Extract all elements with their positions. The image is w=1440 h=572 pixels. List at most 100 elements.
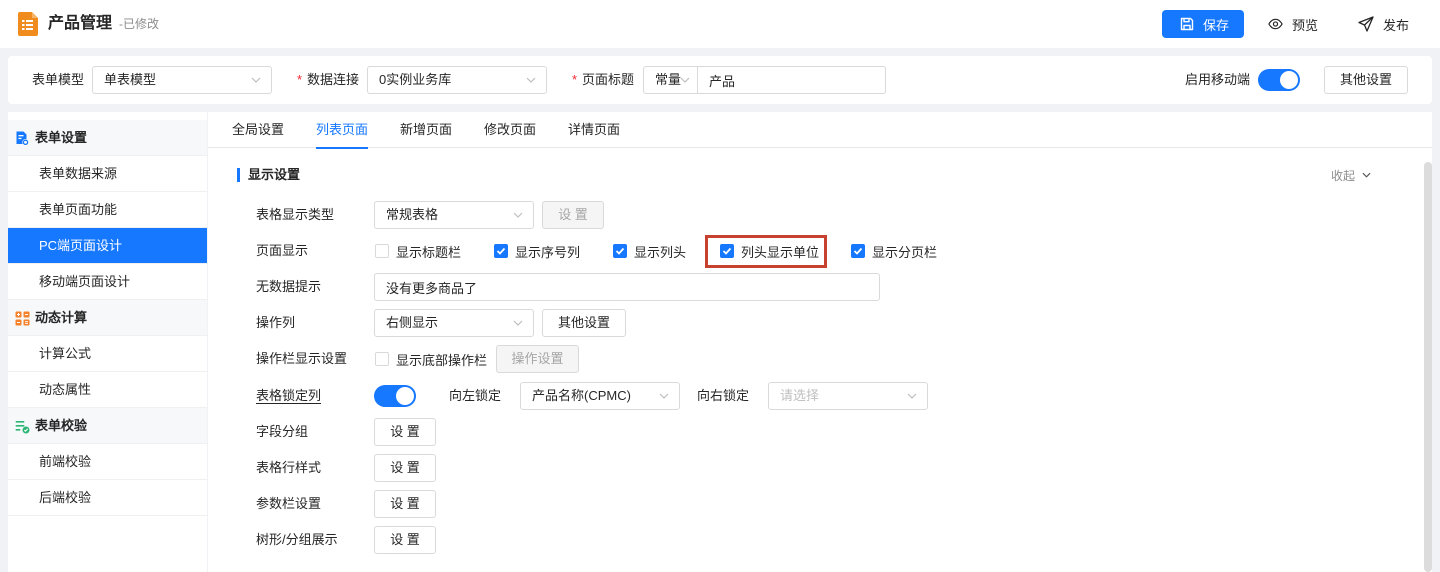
field-label: 树形/分组展示 xyxy=(256,532,338,547)
form-document-icon xyxy=(17,11,39,37)
show-bottom-action-bar-checkbox[interactable]: 显示底部操作栏 xyxy=(375,345,487,373)
sidebar-group-label: 动态计算 xyxy=(35,310,88,325)
sidebar-item-dynamic-attr[interactable]: 动态属性 xyxy=(8,372,207,408)
tab-add-page[interactable]: 新增页面 xyxy=(400,112,452,148)
collapse-label: 收起 xyxy=(1331,168,1356,183)
action-column-other-settings-button[interactable]: 其他设置 xyxy=(542,309,626,337)
checkbox-box xyxy=(851,244,865,258)
sidebar-group-dynamic-calc: 动态计算 xyxy=(8,300,207,336)
sidebar-item-mobile-page-design[interactable]: 移动端页面设计 xyxy=(8,264,207,300)
other-settings-button[interactable]: 其他设置 xyxy=(1324,66,1408,94)
collapse-toggle[interactable]: 收起 xyxy=(1331,167,1371,183)
sidebar-item-label: 前端校验 xyxy=(39,454,92,469)
row-style-settings-button[interactable]: 设 置 xyxy=(374,454,436,482)
checkbox-label: 显示列头 xyxy=(634,244,687,260)
field-group-settings-button[interactable]: 设 置 xyxy=(374,418,436,446)
tab-global-settings[interactable]: 全局设置 xyxy=(232,112,284,148)
preview-button[interactable]: 预览 xyxy=(1268,14,1318,34)
sidebar-group-validation: 表单校验 xyxy=(8,408,207,444)
sidebar-group-label: 表单设置 xyxy=(35,130,88,145)
sidebar-item-backend-validation[interactable]: 后端校验 xyxy=(8,480,207,516)
show-index-column-checkbox[interactable]: 显示序号列 xyxy=(494,237,580,265)
form-model-select[interactable]: 单表模型 xyxy=(92,66,272,94)
form-row-tree-group: 树形/分组展示 设 置 xyxy=(208,526,1408,554)
preview-label: 预览 xyxy=(1292,17,1319,33)
calc-grid-icon xyxy=(15,311,30,326)
field-label: 操作列 xyxy=(256,315,296,330)
show-column-header-checkbox[interactable]: 显示列头 xyxy=(613,237,686,265)
sidebar-item-label: 表单数据来源 xyxy=(39,166,118,181)
sidebar-item-label: 表单页面功能 xyxy=(39,202,118,217)
lock-right-label: 向右锁定 xyxy=(697,388,750,403)
tab-detail-page[interactable]: 详情页面 xyxy=(568,112,620,148)
page-title-input[interactable] xyxy=(698,67,885,93)
vertical-scrollbar[interactable] xyxy=(1424,162,1432,572)
form-row-action-bar: 操作栏显示设置 显示底部操作栏 操作设置 xyxy=(208,345,1408,373)
field-label: 参数栏设置 xyxy=(256,496,322,511)
app-header: 产品管理 -已修改 保存 预览 发布 xyxy=(0,0,1440,48)
param-bar-settings-button[interactable]: 设 置 xyxy=(374,490,436,518)
lock-left-select[interactable]: 产品名称(CPMC) xyxy=(520,382,680,410)
toggle-knob xyxy=(396,387,414,405)
form-row-row-style: 表格行样式 设 置 xyxy=(208,454,1408,482)
page-title-field: 常量 xyxy=(643,66,886,94)
publish-label: 发布 xyxy=(1383,17,1410,33)
table-type-select[interactable]: 常规表格 xyxy=(374,201,534,229)
lock-right-select[interactable]: 请选择 xyxy=(768,382,928,410)
checkbox-label: 显示标题栏 xyxy=(396,244,462,260)
toggle-knob xyxy=(1280,71,1298,89)
settings-sidebar: 表单设置 表单数据来源 表单页面功能 PC端页面设计 移动端页面设计 动态计算 … xyxy=(8,112,207,572)
action-column-select[interactable]: 右侧显示 xyxy=(374,309,534,337)
sidebar-item-label: 计算公式 xyxy=(39,346,92,361)
form-row-empty-hint: 无数据提示 xyxy=(208,273,1408,301)
action-settings-button[interactable]: 操作设置 xyxy=(496,345,579,373)
chevron-down-icon xyxy=(513,320,523,326)
show-title-bar-checkbox[interactable]: 显示标题栏 xyxy=(375,237,461,265)
lock-columns-toggle[interactable] xyxy=(374,385,416,407)
tree-group-settings-button[interactable]: 设 置 xyxy=(374,526,436,554)
sidebar-item-label: 移动端页面设计 xyxy=(39,274,131,289)
table-type-settings-button[interactable]: 设 置 xyxy=(542,201,604,229)
required-mark: * xyxy=(297,72,303,87)
data-connection-label: 数据连接 xyxy=(307,72,360,87)
sidebar-item-label: PC端页面设计 xyxy=(39,238,123,253)
checkbox-label: 显示底部操作栏 xyxy=(396,352,488,368)
sidebar-item-pc-page-design[interactable]: PC端页面设计 xyxy=(8,228,207,264)
sidebar-item-formula[interactable]: 计算公式 xyxy=(8,336,207,372)
page-title-mode-value: 常量 xyxy=(655,72,682,87)
sidebar-item-form-page-function[interactable]: 表单页面功能 xyxy=(8,192,207,228)
lock-left-label: 向左锁定 xyxy=(449,388,502,403)
page-title-mode-select[interactable]: 常量 xyxy=(644,67,698,93)
mobile-enable-toggle[interactable] xyxy=(1258,69,1300,91)
page-tabs: 全局设置 列表页面 新增页面 修改页面 详情页面 xyxy=(208,112,1432,149)
show-pagination-checkbox[interactable]: 显示分页栏 xyxy=(851,237,937,265)
page-title-label: 页面标题 xyxy=(582,72,635,87)
eye-icon xyxy=(1268,18,1283,30)
form-row-table-type: 表格显示类型 常规表格 设 置 xyxy=(208,201,1408,229)
sidebar-item-form-data-source[interactable]: 表单数据来源 xyxy=(8,156,207,192)
sidebar-item-frontend-validation[interactable]: 前端校验 xyxy=(8,444,207,480)
field-label: 表格锁定列 xyxy=(256,388,322,403)
form-config-bar: 表单模型 单表模型 * 数据连接 0实例业务库 * 页面标题 常量 启用移动端 … xyxy=(8,56,1432,104)
chevron-down-icon xyxy=(526,77,536,83)
save-button-label: 保存 xyxy=(1203,17,1230,33)
checkbox-label: 显示分页栏 xyxy=(872,244,938,260)
checkbox-box xyxy=(375,352,389,366)
tab-edit-page[interactable]: 修改页面 xyxy=(484,112,536,148)
empty-hint-input[interactable] xyxy=(374,273,880,301)
section-accent-bar xyxy=(237,168,240,182)
field-label: 操作栏显示设置 xyxy=(256,351,348,366)
save-button[interactable]: 保存 xyxy=(1162,10,1244,38)
field-label: 无数据提示 xyxy=(256,279,322,294)
sidebar-group-form-settings: 表单设置 xyxy=(8,120,207,156)
field-label: 字段分组 xyxy=(256,424,309,439)
tab-list-page[interactable]: 列表页面 xyxy=(316,112,369,149)
data-connection-select[interactable]: 0实例业务库 xyxy=(367,66,547,94)
checkbox-box xyxy=(375,244,389,258)
form-settings-icon xyxy=(15,131,30,146)
publish-button[interactable]: 发布 xyxy=(1358,14,1409,34)
mobile-enable-label: 启用移动端 xyxy=(1185,72,1251,87)
field-label: 表格显示类型 xyxy=(256,207,335,222)
lock-left-value: 产品名称(CPMC) xyxy=(532,388,631,403)
main-panel: 全局设置 列表页面 新增页面 修改页面 详情页面 显示设置 收起 表格显示类型 … xyxy=(208,112,1432,572)
